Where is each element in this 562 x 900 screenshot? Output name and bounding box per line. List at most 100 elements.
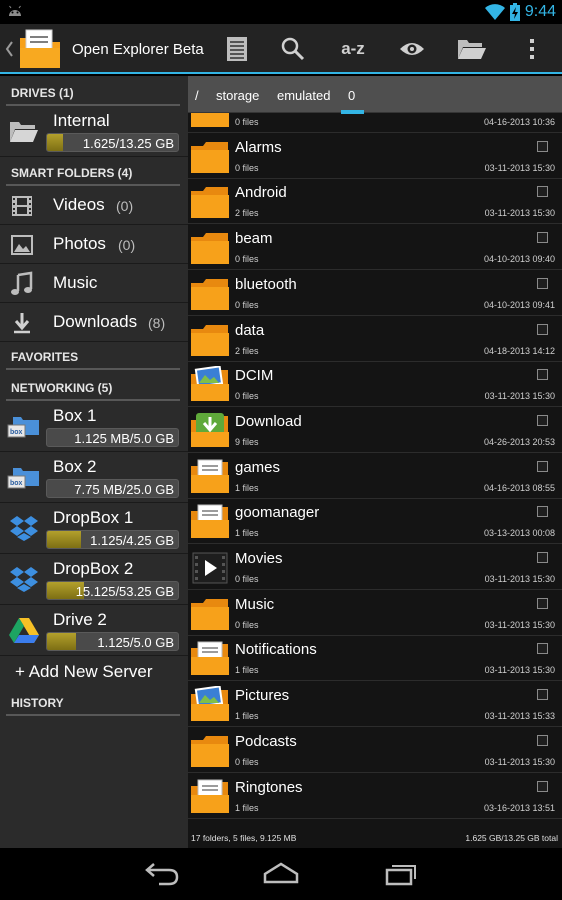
status-footer: 17 folders, 5 files, 9.125 MB 1.625 GB/1… bbox=[188, 827, 562, 848]
recent-apps-icon[interactable] bbox=[381, 858, 421, 890]
file-row[interactable]: DCIM 0 files 03-11-2013 15:30 bbox=[188, 362, 562, 408]
file-count: 1 files bbox=[235, 528, 259, 539]
sort-az-label: a-z bbox=[341, 39, 365, 58]
file-date: 03-11-2013 15:30 bbox=[484, 619, 555, 630]
file-count: 0 files bbox=[235, 299, 259, 310]
sidebar-item-downloads[interactable]: Downloads (8) bbox=[0, 303, 188, 342]
search-icon[interactable] bbox=[278, 34, 308, 64]
file-row[interactable]: Alarms 0 files 03-11-2013 15:30 bbox=[188, 134, 562, 179]
file-count: 0 files bbox=[235, 574, 259, 584]
file-count: 2 files bbox=[235, 345, 259, 356]
usage-text: 1.125 MB/5.0 GB bbox=[74, 431, 174, 446]
drive-name: DropBox 1 bbox=[53, 508, 134, 527]
file-row[interactable]: beam 0 files 04-10-2013 09:40 bbox=[188, 225, 562, 271]
select-checkbox[interactable] bbox=[537, 323, 548, 335]
file-row[interactable]: Notifications 1 files 03-11-2013 15:30 bbox=[188, 636, 562, 682]
file-date: 04-18-2013 14:12 bbox=[483, 345, 555, 356]
wifi-icon bbox=[484, 4, 505, 20]
add-new-server-button[interactable]: + Add New Server bbox=[15, 662, 153, 682]
file-date: 03-11-2013 15:30 bbox=[484, 208, 555, 219]
file-row[interactable]: bluetooth 0 files 04-10-2013 09:41 bbox=[188, 271, 562, 316]
file-count: 0 files bbox=[235, 117, 259, 127]
history-header-label: HISTORY bbox=[11, 696, 64, 710]
item-count: (0) bbox=[118, 237, 136, 253]
open-folder-icon[interactable] bbox=[456, 34, 488, 64]
file-row[interactable]: Ringtones 1 files 03-16-2013 13:51 bbox=[188, 774, 562, 819]
sidebar-item-music[interactable]: Music bbox=[0, 264, 188, 303]
select-checkbox[interactable] bbox=[537, 369, 548, 381]
history-header[interactable]: HISTORY bbox=[0, 688, 188, 716]
box-icon: box bbox=[7, 417, 39, 438]
breadcrumb-storage[interactable]: storage bbox=[216, 88, 259, 103]
file-browser: / storage emulated 0 0 files 04-16-2013 1… bbox=[188, 76, 562, 848]
overflow-menu-icon[interactable] bbox=[517, 34, 547, 64]
breadcrumb-emulated[interactable]: emulated bbox=[277, 88, 330, 103]
select-checkbox[interactable] bbox=[537, 186, 548, 198]
file-count: 0 files bbox=[235, 254, 259, 265]
file-row[interactable]: data 2 files 04-18-2013 14:12 bbox=[188, 317, 562, 362]
sidebar-item-photos[interactable]: Photos (0) bbox=[0, 225, 188, 264]
file-row[interactable]: Pictures 1 files 03-11-2013 15:33 bbox=[188, 682, 562, 728]
image-icon bbox=[11, 235, 33, 255]
select-checkbox[interactable] bbox=[537, 232, 548, 244]
file-row[interactable]: Podcasts 0 files 03-11-2013 15:30 bbox=[188, 728, 562, 773]
folder-icon bbox=[191, 187, 229, 219]
file-row[interactable]: goomanager 1 files 03-13-2013 00:08 bbox=[188, 499, 562, 545]
movie-folder-icon bbox=[192, 552, 228, 584]
select-checkbox[interactable] bbox=[537, 780, 548, 792]
document-folder-icon bbox=[191, 779, 229, 813]
select-checkbox[interactable] bbox=[537, 277, 548, 289]
box-icon: box bbox=[7, 468, 39, 489]
usage-fill bbox=[47, 531, 82, 548]
file-row[interactable]: Android 2 files 03-11-2013 15:30 bbox=[188, 179, 562, 225]
details-view-icon[interactable] bbox=[222, 34, 252, 64]
breadcrumb-root[interactable]: / bbox=[195, 88, 199, 103]
select-checkbox[interactable] bbox=[537, 414, 548, 426]
up-caret-icon[interactable] bbox=[5, 40, 14, 58]
sort-az-button[interactable]: a-z bbox=[337, 34, 369, 64]
eye-icon[interactable] bbox=[397, 34, 427, 64]
favorites-header[interactable]: FAVORITES bbox=[0, 342, 188, 370]
usage-text: 15.125/53.25 GB bbox=[75, 584, 174, 599]
file-row[interactable]: Download 9 files 04-26-2013 20:53 bbox=[188, 408, 562, 453]
select-checkbox[interactable] bbox=[537, 460, 548, 472]
photo-folder-icon bbox=[191, 686, 229, 722]
photo-folder-icon bbox=[191, 366, 229, 402]
file-name: bluetooth bbox=[235, 275, 297, 293]
file-count: 0 files bbox=[235, 619, 259, 630]
file-count: 0 files bbox=[235, 756, 259, 767]
file-row[interactable]: Music 0 files 03-11-2013 15:30 bbox=[188, 591, 562, 636]
back-icon[interactable] bbox=[141, 858, 181, 890]
file-row[interactable]: Movies 0 files 03-11-2013 15:30 bbox=[188, 545, 562, 590]
sidebar-item-label: Videos bbox=[53, 195, 105, 214]
server-item-box-1[interactable]: box Box 1 1.125 MB/5.0 GB bbox=[0, 401, 188, 452]
server-item-drive-2[interactable]: Drive 2 1.125/5.0 GB bbox=[0, 605, 188, 656]
drive-item-internal[interactable]: Internal 1.625/13.25 GB bbox=[0, 106, 188, 157]
breadcrumb-0[interactable]: 0 bbox=[348, 88, 355, 103]
file-name: Android bbox=[235, 184, 287, 202]
server-item-box-2[interactable]: box Box 2 7.75 MB/25.0 GB bbox=[0, 452, 188, 503]
server-item-dropbox-2[interactable]: DropBox 2 15.125/53.25 GB bbox=[0, 554, 188, 605]
usage-fill bbox=[47, 134, 63, 151]
select-checkbox[interactable] bbox=[537, 506, 548, 518]
select-checkbox[interactable] bbox=[537, 597, 548, 609]
sidebar-item-videos[interactable]: Videos (0) bbox=[0, 186, 188, 225]
file-row[interactable]: games 1 files 04-16-2013 08:55 bbox=[188, 454, 562, 499]
select-checkbox[interactable] bbox=[537, 734, 548, 746]
file-date: 03-11-2013 15:30 bbox=[484, 162, 555, 173]
file-name: data bbox=[235, 321, 265, 339]
download-folder-icon bbox=[191, 412, 229, 447]
home-icon[interactable] bbox=[261, 858, 301, 890]
select-checkbox[interactable] bbox=[537, 552, 548, 563]
file-count: 9 files bbox=[235, 436, 259, 447]
file-date: 03-11-2013 15:30 bbox=[484, 756, 555, 767]
app-logo-icon[interactable] bbox=[18, 28, 62, 70]
select-checkbox[interactable] bbox=[537, 140, 548, 152]
select-checkbox[interactable] bbox=[537, 643, 548, 655]
usage-bar: 15.125/53.25 GB bbox=[46, 581, 179, 600]
select-checkbox[interactable] bbox=[537, 689, 548, 701]
server-item-dropbox-1[interactable]: DropBox 1 1.125/4.25 GB bbox=[0, 503, 188, 554]
file-row[interactable]: 0 files 04-16-2013 10:36 bbox=[188, 113, 562, 133]
usage-bar: 1.625/13.25 GB bbox=[46, 133, 179, 152]
file-name: DCIM bbox=[235, 367, 274, 385]
